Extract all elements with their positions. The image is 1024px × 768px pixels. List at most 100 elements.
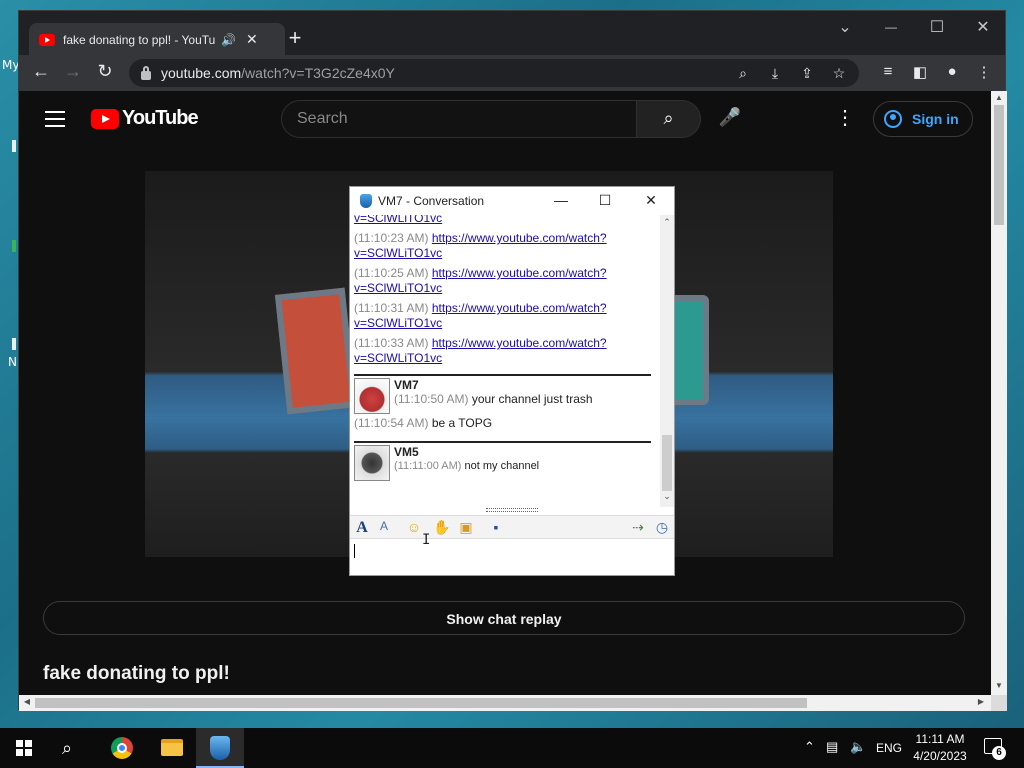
tab-close-icon[interactable]: ✕	[246, 31, 258, 48]
message-link[interactable]: v=SClWLiTO1vc	[354, 351, 442, 365]
search-icon: ⌕	[663, 108, 674, 128]
scroll-corner	[991, 695, 1007, 711]
text-color-icon[interactable]: A	[374, 519, 394, 533]
message-link[interactable]: https://www.youtube.com/watch?	[432, 266, 607, 280]
address-bar[interactable]: youtube.com /watch?v=T3G2cZe4x0Y ⌕ ⤓ ⇪ ☆	[129, 59, 859, 87]
windows-start-icon[interactable]	[16, 740, 32, 756]
bookmark-star-icon[interactable]: ☆	[829, 65, 849, 82]
message-link[interactable]: https://www.youtube.com/watch?	[432, 301, 607, 315]
message-link[interactable]: https://www.youtube.com/watch?	[432, 336, 607, 350]
speaker-icon[interactable]: 🔊	[221, 33, 236, 47]
history-scrollbar[interactable]: ⌃ ⌄	[660, 215, 674, 507]
sign-in-label: Sign in	[912, 111, 959, 127]
taskbar-messenger[interactable]	[196, 728, 244, 768]
message-link[interactable]: v=SClWLiTO1vc	[354, 246, 442, 260]
side-panel-icon[interactable]: ◧	[909, 63, 931, 81]
wink-icon[interactable]: ▣	[456, 519, 476, 536]
clock[interactable]: 11:11 AM 4/20/2023	[900, 731, 980, 765]
desktop-icon-label[interactable]: N	[8, 355, 17, 369]
message-history[interactable]: v=SClWLiTO1vc (11:10:23 AM) https://www.…	[354, 215, 660, 507]
message-timestamp: (11:10:23 AM)	[354, 231, 429, 245]
clock-time: 11:11 AM	[915, 732, 965, 746]
new-tab-button[interactable]: +	[281, 25, 309, 51]
font-icon[interactable]: A	[352, 519, 372, 537]
vertical-scroll-thumb[interactable]	[994, 105, 1004, 225]
chrome-icon	[111, 737, 133, 759]
avatar[interactable]	[354, 378, 390, 414]
message-timestamp: (11:11:00 AM)	[394, 460, 462, 472]
tab-search-button[interactable]: ⌄	[825, 17, 865, 37]
avatar[interactable]	[354, 445, 390, 481]
page-horizontal-scrollbar[interactable]: ◀ ▶	[19, 695, 991, 711]
scroll-down-arrow-icon[interactable]: ▼	[991, 681, 1007, 690]
send-file-icon[interactable]: ⇢	[628, 519, 648, 536]
desktop-icon-label[interactable]: My	[2, 58, 19, 72]
message-timestamp: (11:10:33 AM)	[354, 336, 429, 350]
scroll-left-arrow-icon[interactable]: ◀	[19, 697, 35, 706]
speaker-icon[interactable]: 🔈	[850, 739, 866, 755]
history-scroll-thumb[interactable]	[662, 435, 672, 491]
notification-badge: 6	[992, 746, 1006, 760]
taskbar-chrome[interactable]	[98, 728, 146, 768]
microphone-icon[interactable]: 🎤	[713, 102, 747, 136]
message-link[interactable]: v=SClWLiTO1vc	[354, 316, 442, 330]
message-block: VM5 (11:11:00 AM) not my channel	[354, 441, 651, 481]
search-input[interactable]: Search	[281, 100, 637, 138]
network-icon[interactable]: ▤	[826, 739, 838, 755]
hamburger-menu-icon[interactable]	[45, 111, 65, 132]
page-vertical-scrollbar[interactable]: ▲ ▼	[991, 91, 1007, 695]
save-icon[interactable]: ▪	[486, 519, 506, 535]
forward-arrow-icon[interactable]: →	[61, 61, 85, 82]
conversation-titlebar[interactable]: VM7 - Conversation — ☐ ✕	[350, 187, 674, 215]
share-icon[interactable]: ⇪	[797, 65, 817, 82]
message-input[interactable]	[350, 539, 674, 575]
url-host: youtube.com	[161, 65, 242, 81]
menu-kebab-icon[interactable]: ⋮	[973, 63, 995, 81]
maximize-button[interactable]: ☐	[917, 17, 957, 37]
scroll-right-arrow-icon[interactable]: ▶	[973, 697, 989, 706]
search-icon[interactable]: ⌕	[62, 738, 82, 759]
message-link[interactable]: v=SClWLiTO1vc	[354, 215, 442, 225]
message-text: your channel just trash	[471, 392, 593, 406]
conversation-close-button[interactable]: ✕	[636, 192, 666, 209]
horizontal-scroll-thumb[interactable]	[35, 698, 807, 708]
history-clock-icon[interactable]: ◷	[652, 519, 672, 536]
scroll-up-arrow-icon[interactable]: ⌃	[660, 217, 674, 228]
emoticon-icon[interactable]: ☺	[404, 519, 424, 535]
splitter-grip[interactable]	[486, 508, 538, 512]
install-app-icon[interactable]: ⤓	[765, 65, 785, 82]
back-arrow-icon[interactable]: ←	[29, 61, 53, 82]
show-chat-replay-button[interactable]: Show chat replay	[43, 601, 965, 635]
taskbar-file-explorer[interactable]	[148, 728, 196, 768]
chat-message: (11:10:54 AM) be a TOPG	[354, 416, 651, 431]
folder-icon	[161, 739, 183, 756]
chevron-up-icon[interactable]: ⌃	[804, 739, 815, 755]
message-link[interactable]: v=SClWLiTO1vc	[354, 281, 442, 295]
message-text: not my channel	[464, 460, 540, 472]
reading-list-icon[interactable]: ≡	[877, 63, 899, 80]
close-window-button[interactable]: ✕	[963, 17, 1003, 37]
search-button[interactable]: ⌕	[637, 100, 701, 138]
profile-icon[interactable]: ●	[941, 63, 963, 80]
reload-icon[interactable]: ↻	[93, 61, 117, 82]
minimize-button[interactable]: —	[871, 20, 911, 34]
youtube-logo[interactable]: YouTube	[91, 107, 199, 130]
scroll-down-arrow-icon[interactable]: ⌄	[660, 491, 674, 502]
format-toolbar: A A ☺ ✋ ▣ ▪ ⇢ ◷	[350, 515, 674, 539]
conversation-maximize-button[interactable]: ☐	[590, 192, 620, 209]
conversation-minimize-button[interactable]: —	[546, 192, 576, 208]
nudge-icon[interactable]: ✋	[432, 519, 452, 536]
lock-icon[interactable]	[141, 65, 151, 80]
youtube-logo-icon	[91, 108, 119, 129]
conversation-window[interactable]: VM7 - Conversation — ☐ ✕ v=SClWLiTO1vc (…	[349, 186, 675, 576]
zoom-search-icon[interactable]: ⌕	[733, 65, 753, 82]
sign-in-button[interactable]: Sign in	[873, 101, 973, 137]
message-link[interactable]: https://www.youtube.com/watch?	[432, 231, 607, 245]
sender-name: VM5	[394, 445, 419, 459]
history-message: v=SClWLiTO1vc	[354, 215, 660, 226]
scroll-up-arrow-icon[interactable]: ▲	[991, 93, 1007, 102]
desktop-icon-fragment	[12, 140, 16, 152]
settings-kebab-icon[interactable]: ⋮	[835, 105, 855, 130]
tab-youtube[interactable]: fake donating to ppl! - YouTube 🔊 ✕	[29, 23, 285, 56]
language-indicator[interactable]: ENG	[876, 741, 902, 755]
